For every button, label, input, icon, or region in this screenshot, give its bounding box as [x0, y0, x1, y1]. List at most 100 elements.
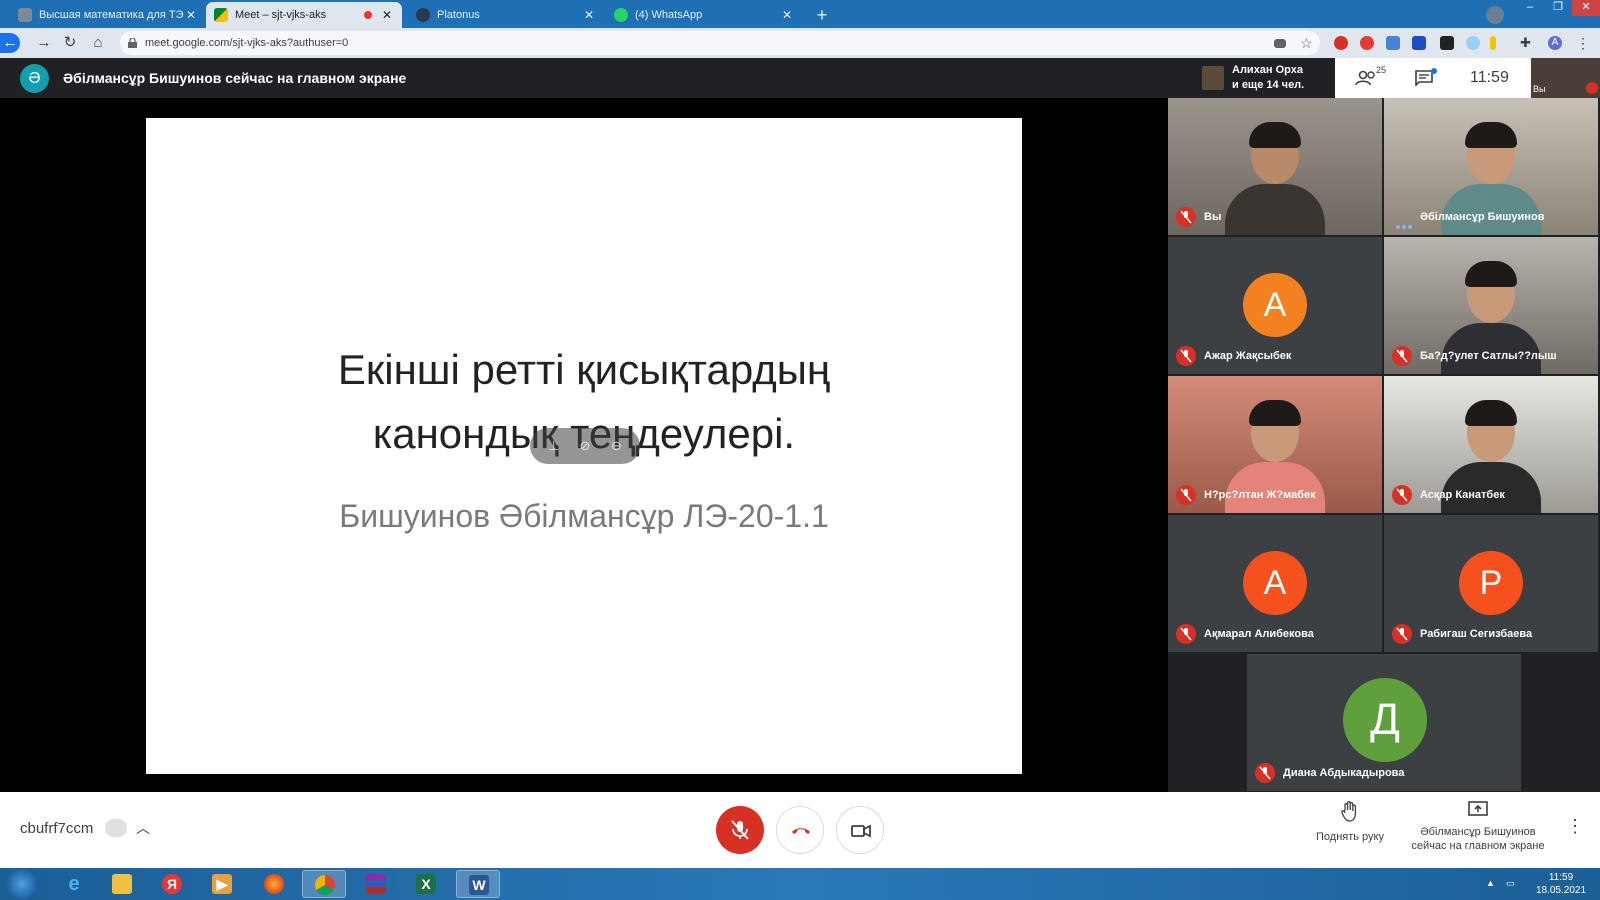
- file-explorer-icon[interactable]: [100, 870, 144, 898]
- raise-hand-button[interactable]: Поднять руку: [1300, 800, 1400, 843]
- tab-whatsapp[interactable]: (4) WhatsApp ✕: [606, 2, 802, 28]
- chat-unread-dot: [1431, 68, 1437, 74]
- participant-tile[interactable]: А Ақмарал Алибекова: [1168, 515, 1382, 652]
- other-participants-summary[interactable]: Алихан Орха и еще 14 чел.: [1192, 58, 1335, 98]
- restore-button[interactable]: ❐: [1544, 0, 1572, 16]
- firefox-icon[interactable]: [252, 870, 296, 898]
- chat-icon[interactable]: [1415, 70, 1433, 86]
- mic-off-icon: [1176, 346, 1196, 366]
- hang-up-icon: [792, 828, 810, 834]
- participant-name: Әбілмансұр Бишуинов: [1420, 211, 1545, 223]
- extension-blue-icon[interactable]: [1412, 36, 1426, 50]
- excel-icon[interactable]: X: [404, 870, 448, 898]
- cloud-icon[interactable]: [1466, 36, 1480, 50]
- puzzle-icon[interactable]: ✚: [1520, 36, 1534, 50]
- tab-label: Высшая математика для ТЭ: [39, 9, 184, 21]
- presenting-label-line2: сейчас на главном экране: [1411, 840, 1545, 852]
- participant-tile[interactable]: Ба?д?улет Сатлы??лыш: [1384, 237, 1598, 374]
- minimize-button[interactable]: –: [1516, 0, 1544, 16]
- participant-name: Ба?д?улет Сатлы??лыш: [1420, 350, 1557, 362]
- self-view-mini[interactable]: Вы: [1531, 58, 1600, 98]
- translate-icon[interactable]: [1386, 36, 1400, 50]
- leave-call-button[interactable]: [776, 806, 824, 854]
- recording-indicator-icon: [364, 11, 372, 19]
- window-close-button[interactable]: ✕: [1572, 0, 1600, 16]
- pin-icon[interactable]: ⊥: [546, 438, 562, 454]
- internet-explorer-icon[interactable]: e: [52, 870, 96, 898]
- mic-off-icon: [1392, 485, 1412, 505]
- remove-icon[interactable]: ⊖: [608, 438, 624, 454]
- system-date: 18.05.2021: [1535, 885, 1587, 896]
- chrome-icon[interactable]: [302, 870, 346, 898]
- home-button[interactable]: ⌂: [88, 33, 108, 53]
- chevron-up-icon[interactable]: ︿: [136, 818, 150, 838]
- system-time: 11:59: [1548, 872, 1574, 883]
- account-circle-icon[interactable]: [1486, 6, 1504, 24]
- close-icon[interactable]: ✕: [780, 8, 794, 22]
- media-player-icon[interactable]: ▶: [200, 870, 244, 898]
- windows-start-icon[interactable]: [4, 869, 40, 899]
- captions-icon[interactable]: [105, 819, 127, 837]
- mic-off-icon: [1176, 624, 1196, 644]
- yandex-icon[interactable]: Я: [150, 870, 194, 898]
- star-icon[interactable]: ☆: [1300, 36, 1314, 50]
- close-icon[interactable]: ✕: [380, 8, 394, 22]
- presenting-banner: Әбілмансұр Бишуинов сейчас на главном эк…: [63, 70, 407, 86]
- mute-icon[interactable]: ⊘: [577, 438, 593, 454]
- profile-avatar[interactable]: A: [1548, 36, 1562, 50]
- participant-name: Вы: [1204, 211, 1222, 223]
- address-bar[interactable]: meet.google.com/sjt-vjks-aks?authuser=0: [120, 31, 1320, 55]
- reload-button[interactable]: ↻: [60, 33, 80, 53]
- camera-access-icon[interactable]: [1274, 39, 1286, 48]
- browser-menu-icon[interactable]: ⋮: [1576, 36, 1590, 50]
- participant-avatar: Д: [1343, 678, 1427, 762]
- system-clock[interactable]: 11:59 18.05.2021: [1528, 871, 1594, 897]
- raise-hand-label: Поднять руку: [1316, 831, 1384, 843]
- mic-off-icon: [731, 820, 749, 840]
- new-tab-button[interactable]: +: [812, 5, 832, 25]
- tray-arrow-icon[interactable]: ▲: [1486, 878, 1498, 890]
- extension-badge-icon[interactable]: [1440, 36, 1454, 50]
- winrar-icon[interactable]: [354, 870, 398, 898]
- forward-button[interactable]: →: [34, 33, 54, 53]
- adblock-icon[interactable]: [1334, 36, 1348, 50]
- microphone-toggle-button[interactable]: [716, 806, 764, 854]
- bookmark-icon[interactable]: [1490, 36, 1496, 50]
- participant-tile[interactable]: Асқар Канатбек: [1384, 376, 1598, 513]
- participant-tile[interactable]: Әбілмансұр Бишуинов: [1384, 98, 1598, 235]
- opera-icon[interactable]: [1360, 36, 1374, 50]
- self-view-label: Вы: [1533, 84, 1546, 94]
- present-screen-icon: [1468, 801, 1488, 816]
- participant-tile[interactable]: А Ажар Жақсыбек: [1168, 237, 1382, 374]
- close-icon[interactable]: ✕: [184, 8, 198, 22]
- word-icon[interactable]: W: [456, 870, 500, 898]
- mic-off-icon: [1392, 346, 1412, 366]
- camera-toggle-button[interactable]: [836, 806, 884, 854]
- more-options-icon[interactable]: ⋮: [1566, 816, 1584, 842]
- mic-off-icon: [1176, 485, 1196, 505]
- video-camera-icon: [851, 824, 871, 838]
- back-button[interactable]: ←: [0, 33, 20, 53]
- participant-tile[interactable]: Вы: [1168, 98, 1382, 235]
- network-icon[interactable]: ▭: [1506, 878, 1518, 890]
- close-icon[interactable]: ✕: [582, 8, 596, 22]
- hand-icon: [1341, 801, 1357, 822]
- participant-tile[interactable]: Р Рабигаш Сегизбаева: [1384, 515, 1598, 652]
- speaking-indicator-icon: [1396, 216, 1414, 229]
- tab-platonus[interactable]: Platonus ✕: [408, 2, 604, 28]
- participant-name: Рабигаш Сегизбаева: [1420, 628, 1533, 640]
- lock-icon: [128, 38, 137, 48]
- participant-name: Ақмарал Алибекова: [1204, 628, 1314, 640]
- tab-meet[interactable]: Meet – sjt-vjks-aks ✕: [206, 2, 402, 28]
- others-text: Алихан Орха и еще 14 чел.: [1232, 63, 1304, 93]
- presenter-avatar: Ә: [20, 64, 49, 93]
- participant-thumbnail: [1202, 66, 1224, 90]
- participant-tile[interactable]: Н?рс?лтан Ж?мабек: [1168, 376, 1382, 513]
- platonus-icon: [416, 8, 430, 22]
- meet-header: Ә Әбілмансұр Бишуинов сейчас на главном …: [0, 58, 1600, 98]
- tile-hover-controls: ⊥ ⊘ ⊖: [530, 428, 640, 464]
- mic-off-icon: [1176, 207, 1196, 227]
- present-now-button[interactable]: Әбілмансұр Бишуинов сейчас на главном эк…: [1404, 800, 1552, 853]
- participant-tile[interactable]: Д Диана Абдыкадырова: [1247, 654, 1521, 791]
- tab-higher-math[interactable]: Высшая математика для ТЭ ✕: [10, 2, 206, 28]
